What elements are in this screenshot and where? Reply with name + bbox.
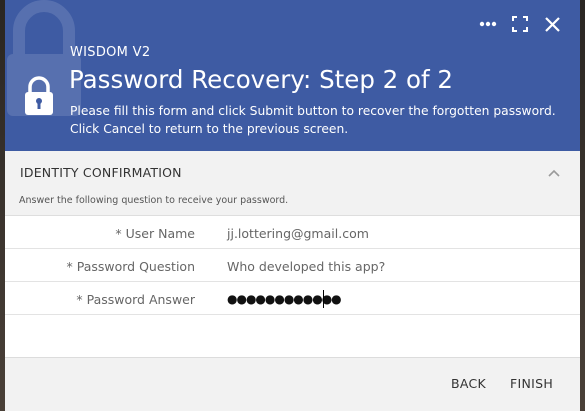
page-title: Password Recovery: Step 2 of 2	[69, 65, 454, 94]
user-name-label: * User Name	[115, 226, 195, 241]
finish-button[interactable]: FINISH	[510, 376, 553, 391]
form-row-user-name: * User Name jj.lottering@gmail.com	[5, 216, 580, 249]
window-controls	[478, 14, 562, 34]
section-hint: Answer the following question to receive…	[19, 195, 289, 206]
user-name-value: jj.lottering@gmail.com	[227, 226, 369, 241]
more-horizontal-icon[interactable]	[478, 14, 498, 34]
password-answer-label: * Password Answer	[76, 292, 195, 307]
maximize-icon[interactable]	[510, 14, 530, 34]
section-title: IDENTITY CONFIRMATION	[20, 165, 182, 180]
password-question-label: * Password Question	[66, 259, 196, 274]
close-icon[interactable]	[542, 14, 562, 34]
back-button[interactable]: BACK	[451, 376, 486, 391]
form-row-password-question: * Password Question Who developed this a…	[5, 249, 580, 282]
password-question-value: Who developed this app?	[227, 259, 386, 274]
password-recovery-dialog: WISDOM V2 Password Recovery: Step 2 of 2…	[5, 0, 580, 411]
password-answer-input[interactable]	[223, 286, 563, 311]
lock-icon	[25, 76, 53, 115]
text-caret	[323, 290, 324, 308]
form-row-password-answer: * Password Answer	[5, 282, 580, 315]
dialog-header: WISDOM V2 Password Recovery: Step 2 of 2…	[5, 0, 580, 151]
app-name: WISDOM V2	[70, 45, 151, 60]
dialog-footer: BACK FINISH	[5, 357, 580, 411]
chevron-up-icon[interactable]	[546, 165, 562, 181]
identity-confirmation-section: IDENTITY CONFIRMATION Answer the followi…	[5, 151, 580, 216]
page-subtitle: Please fill this form and click Submit b…	[70, 104, 556, 136]
background-right	[580, 0, 585, 411]
